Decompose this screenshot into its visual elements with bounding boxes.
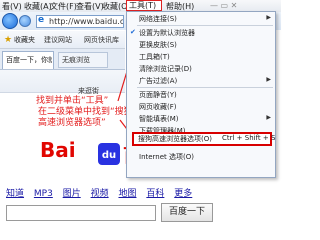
- menu-item-connection[interactable]: 网络连接(S): [139, 14, 177, 24]
- search-input[interactable]: [6, 205, 156, 221]
- tools-dropdown-menu: 网络连接(S) ▶ ✔ 设置为默认浏览器 更换皮肤(S) 工具箱(T) 清除浏览…: [126, 11, 276, 178]
- baidu-paw-icon: du: [98, 143, 120, 165]
- link-map[interactable]: 地图: [118, 189, 136, 199]
- baidu-logo-latin: Bai: [40, 138, 76, 162]
- link-zhidao[interactable]: 知道: [6, 189, 24, 199]
- menu-separator: [137, 87, 273, 88]
- menu-separator: [137, 25, 273, 26]
- submenu-arrow-icon: ▶: [266, 76, 271, 83]
- submenu-arrow-icon: ▶: [266, 14, 271, 21]
- menu-item-web-collect[interactable]: 网页收藏(F): [139, 102, 177, 112]
- link-more[interactable]: 更多: [174, 189, 192, 199]
- link-images[interactable]: 图片: [63, 189, 81, 199]
- search-button[interactable]: 百度一下: [161, 203, 213, 222]
- search-category-links: 知道 MP3 图片 视频 地图 百科 更多: [6, 186, 199, 199]
- submenu-arrow-icon: ▶: [266, 114, 271, 121]
- link-baike[interactable]: 百科: [146, 189, 164, 199]
- menu-item-clear-history[interactable]: 清除浏览记录(D): [139, 64, 192, 74]
- menu-item-sogou-options-label: 搜狗高速浏览器选项(O): [138, 135, 212, 143]
- checkmark-icon: ✔: [130, 28, 136, 36]
- menu-item-toolbox[interactable]: 工具箱(T): [139, 52, 170, 62]
- menu-item-ad-filter[interactable]: 广告过滤(A): [139, 76, 177, 86]
- menu-item-sogou-options-shortcut: Ctrl + Shift + S: [222, 134, 276, 142]
- menu-item-mute[interactable]: 页面静音(Y): [139, 90, 177, 100]
- menu-item-skin[interactable]: 更换皮肤(S): [139, 40, 177, 50]
- menu-item-default-browser[interactable]: 设置为默认浏览器: [139, 28, 195, 38]
- link-video[interactable]: 视频: [91, 189, 109, 199]
- menu-item-autofill[interactable]: 智能填表(M): [139, 114, 179, 124]
- menu-item-internet-options[interactable]: Internet 选项(O): [139, 152, 194, 162]
- link-mp3[interactable]: MP3: [34, 189, 53, 199]
